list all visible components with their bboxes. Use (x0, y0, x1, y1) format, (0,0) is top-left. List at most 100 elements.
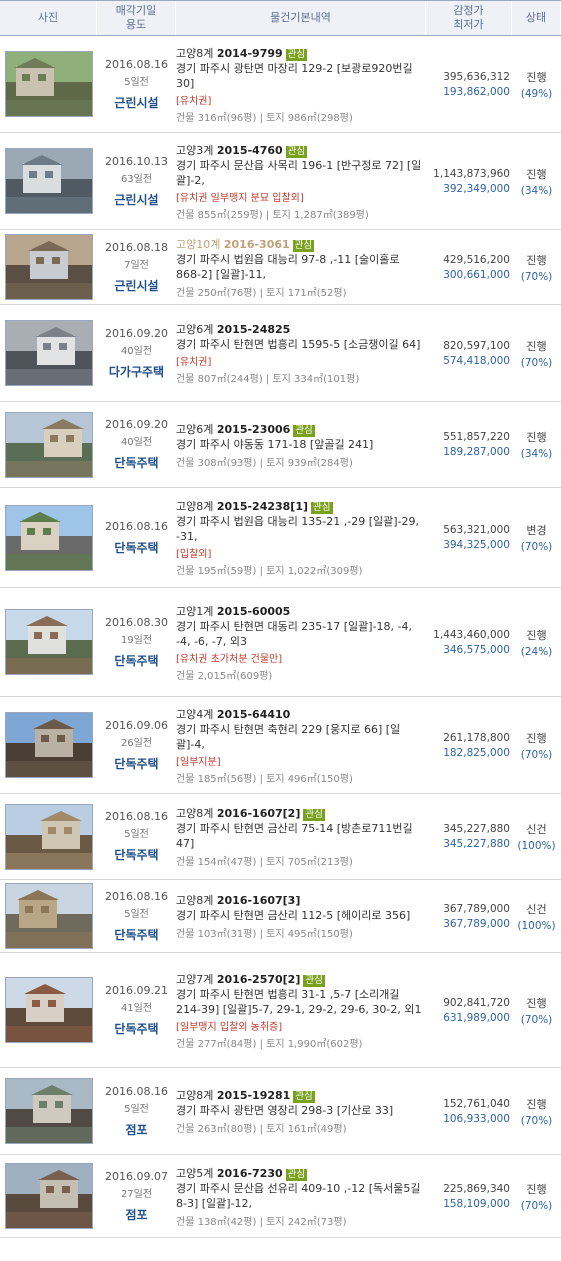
minimum-price: 106,933,000 (443, 1112, 510, 1125)
table-row[interactable]: 2016.08.18 7일전 근린시설 고양10계 2016-3061 관심 경기 파주시… (0, 230, 561, 305)
status-cell: 진행 (70%) (512, 1068, 561, 1154)
photo-cell (0, 1068, 97, 1154)
date-use-cell: 2016.08.16 5일전 점포 (97, 1068, 176, 1154)
case-line[interactable]: 고양7계 2016-2570[2] 관심 (176, 971, 424, 987)
appraisal-price: 1,143,873,960 (433, 167, 510, 180)
table-row[interactable]: 2016.10.13 63일전 근린시설 고양3계 2015-4760 관심 경기 파주시… (0, 133, 561, 230)
interest-badge[interactable]: 관심 (285, 145, 308, 158)
table-row[interactable]: 2016.09.20 40일전 단독주택 고양6계 2015-23006 관심 경기 파주… (0, 402, 561, 488)
table-row[interactable]: 2016.08.16 5일전 단독주택 고양8계 2016-1607[3] 경기 파주시… (0, 880, 561, 953)
case-line[interactable]: 고양8계 2016-1607[2] 관심 (176, 805, 424, 821)
appraisal-price: 261,178,800 (443, 731, 510, 744)
property-photo[interactable] (4, 803, 93, 870)
price-cell: 1,143,873,960 392,349,000 (426, 133, 512, 229)
case-number[interactable]: 2015-24825 (217, 323, 290, 336)
appraisal-price: 1,443,460,000 (433, 628, 510, 641)
interest-badge[interactable]: 관심 (292, 239, 315, 252)
table-row[interactable]: 2016.08.16 5일전 근린시설 고양8계 2014-9799 관심 경기 파주시 … (0, 36, 561, 133)
table-row[interactable]: 2016.08.30 19일전 단독주택 고양1계 2015-60005 경기 파주시 … (0, 588, 561, 697)
table-row[interactable]: 2016.08.16 단독주택 고양8계 2015-24238[1] 관심 경기 파주시… (0, 488, 561, 588)
property-photo[interactable] (4, 504, 93, 571)
case-line[interactable]: 고양8계 2015-19281 관심 (176, 1087, 424, 1103)
sale-date: 2016.09.20 (105, 418, 168, 431)
case-line[interactable]: 고양3계 2015-4760 관심 (176, 142, 424, 158)
case-number[interactable]: 2014-9799 (217, 47, 283, 60)
case-line[interactable]: 고양4계 2015-64410 (176, 706, 424, 722)
date-use-cell: 2016.08.16 5일전 단독주택 (97, 794, 176, 879)
minimum-ratio: (34%) (520, 448, 553, 460)
case-number[interactable]: 2015-24238[1] (217, 500, 308, 513)
special-notes: [유치권 초가처분 건물만] (176, 653, 283, 665)
status-cell: 진행 (24%) (512, 588, 561, 696)
interest-badge[interactable]: 관심 (285, 1168, 308, 1181)
property-use: 근린시설 (114, 278, 159, 293)
interest-badge[interactable]: 관심 (293, 424, 315, 437)
case-line[interactable]: 고양8계 2015-24238[1] 관심 (176, 498, 424, 514)
case-number[interactable]: 2015-23006 (217, 423, 290, 436)
case-line[interactable]: 고양8계 2016-1607[3] (176, 892, 424, 908)
property-photo[interactable] (4, 234, 93, 300)
days-left: 27일전 (120, 1188, 153, 1200)
property-photo[interactable] (4, 712, 93, 778)
property-photo[interactable] (4, 1163, 93, 1229)
case-number[interactable]: 2015-4760 (217, 144, 283, 157)
property-use: 점포 (125, 1122, 148, 1137)
property-photo[interactable] (4, 977, 93, 1043)
interest-badge[interactable]: 관심 (303, 974, 325, 987)
case-number[interactable]: 2016-7230 (217, 1167, 283, 1180)
interest-badge[interactable]: 관심 (311, 502, 333, 514)
case-number[interactable]: 2016-1607[2] (217, 807, 301, 820)
case-line[interactable]: 고양6계 2015-24825 (176, 321, 424, 337)
price-cell: 551,857,220 189,287,000 (426, 402, 512, 487)
property-use: 단독주택 (114, 540, 159, 555)
property-photo[interactable] (4, 51, 93, 117)
minimum-price: 193,862,000 (443, 85, 510, 98)
case-line[interactable]: 고양6계 2015-23006 관심 (176, 421, 424, 437)
table-row[interactable]: 2016.08.16 5일전 단독주택 고양8계 2016-1607[2] 관심 경기 파… (0, 794, 561, 880)
interest-badge[interactable]: 관심 (293, 1091, 315, 1103)
table-row[interactable]: 2016.09.07 27일전 점포 고양5계 2016-7230 관심 경기 파주시 문… (0, 1155, 561, 1238)
property-photo[interactable] (4, 320, 93, 386)
court-name: 고양8계 (176, 46, 214, 60)
info-cell: 고양8계 2015-24238[1] 관심 경기 파주시 법원읍 대능리 135-2… (176, 488, 426, 587)
days-left: 40일전 (120, 345, 153, 357)
appraisal-price: 902,841,720 (443, 996, 510, 1009)
appraisal-price: 345,227,880 (443, 823, 510, 835)
days-left: 26일전 (120, 737, 153, 749)
table-row[interactable]: 2016.09.06 26일전 단독주택 고양4계 2015-64410 경기 파주시 … (0, 697, 561, 794)
interest-badge[interactable]: 관심 (285, 48, 308, 61)
minimum-ratio: (70%) (520, 541, 553, 553)
case-line[interactable]: 고양10계 2016-3061 관심 (176, 236, 424, 252)
property-photo[interactable] (4, 411, 93, 478)
status-cell: 진행 (70%) (512, 230, 561, 304)
case-number[interactable]: 2016-1607[3] (217, 894, 301, 907)
minimum-price: 394,325,000 (443, 539, 510, 551)
property-use: 근린시설 (114, 95, 159, 110)
sale-date: 2016.08.18 (105, 240, 168, 254)
info-cell: 고양8계 2015-19281 관심 경기 파주시 광탄면 영장리 298-3 [기… (176, 1068, 426, 1154)
table-row[interactable]: 2016.08.16 5일전 점포 고양8계 2015-19281 관심 경기 파주시 광… (0, 1068, 561, 1155)
case-number[interactable]: 2016-2570[2] (217, 973, 301, 986)
interest-badge[interactable]: 관심 (303, 809, 325, 821)
property-photo[interactable] (4, 148, 93, 214)
address: 경기 파주시 문산읍 사목리 196-1 [반구정로 72] [일괄]-2, (176, 158, 422, 187)
property-photo[interactable] (4, 609, 93, 675)
case-number[interactable]: 2015-19281 (217, 1089, 290, 1102)
case-number[interactable]: 2015-64410 (217, 708, 290, 721)
table-row[interactable]: 2016.09.21 41일전 단독주택 고양7계 2016-2570[2] 관심 경기 … (0, 953, 561, 1068)
case-line[interactable]: 고양5계 2016-7230 관심 (176, 1165, 424, 1181)
case-line[interactable]: 고양1계 2015-60005 (176, 603, 424, 619)
case-number[interactable]: 2016-3061 (224, 238, 290, 251)
price-cell: 345,227,880 345,227,880 (426, 794, 512, 879)
sale-date: 2016.08.16 (105, 1084, 168, 1098)
property-photo[interactable] (4, 1078, 93, 1144)
case-number[interactable]: 2015-60005 (217, 605, 290, 618)
case-line[interactable]: 고양8계 2014-9799 관심 (176, 45, 424, 61)
court-name: 고양3계 (176, 143, 214, 157)
property-photo[interactable] (4, 883, 93, 949)
sale-date: 2016.09.07 (105, 1169, 168, 1183)
table-row[interactable]: 2016.09.20 40일전 다가구주택 고양6계 2015-24825 경기 파주시… (0, 305, 561, 402)
minimum-price: 631,989,000 (443, 1011, 510, 1024)
property-use: 단독주택 (114, 848, 159, 862)
appraisal-price: 820,597,100 (443, 339, 510, 352)
